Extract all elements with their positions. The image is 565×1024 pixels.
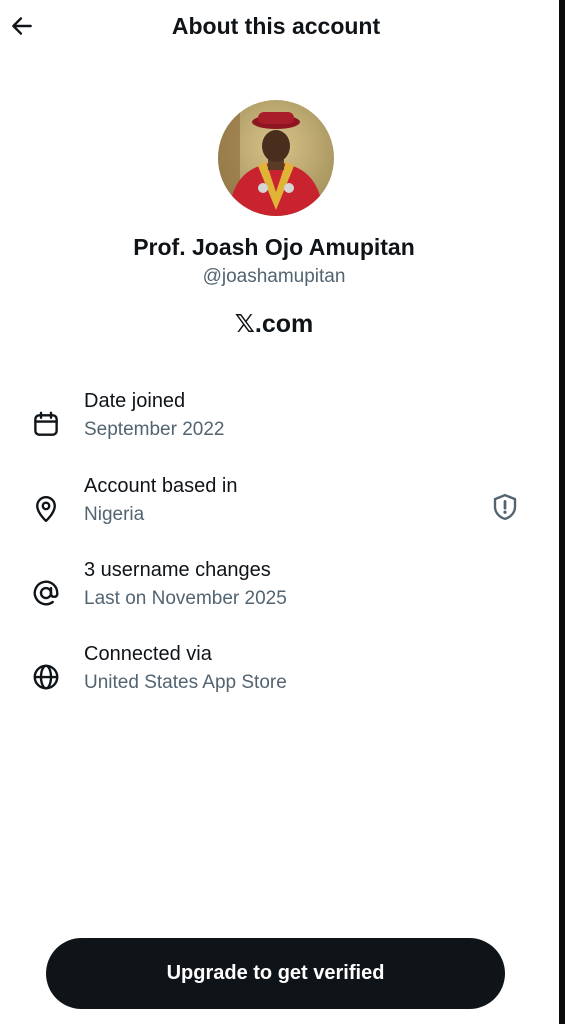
detail-label: Connected via bbox=[84, 643, 212, 665]
detail-value: United States App Store bbox=[84, 672, 287, 693]
calendar-icon bbox=[30, 408, 62, 440]
detail-value: September 2022 bbox=[84, 419, 225, 440]
detail-row-connected-via: Connected via United States App Store bbox=[0, 643, 559, 713]
header: About this account bbox=[0, 0, 559, 56]
detail-row-account-based-in: Account based in Nigeria bbox=[0, 475, 559, 545]
detail-value: Nigeria bbox=[84, 504, 145, 525]
avatar bbox=[218, 100, 334, 216]
detail-label: Account based in bbox=[84, 475, 238, 497]
site-label: 𝕏.com bbox=[234, 310, 314, 338]
detail-value: Last on November 2025 bbox=[84, 588, 287, 609]
upgrade-verified-button[interactable]: Upgrade to get verified bbox=[46, 938, 505, 1009]
detail-row-username-changes: 3 username changes Last on November 2025 bbox=[0, 559, 559, 629]
detail-row-date-joined: Date joined September 2022 bbox=[0, 390, 559, 460]
page-title: About this account bbox=[171, 13, 381, 39]
detail-label: Date joined bbox=[84, 390, 186, 412]
profile-name: Prof. Joash Ojo Amupitan bbox=[133, 234, 415, 260]
shield-alert-icon[interactable] bbox=[489, 491, 521, 523]
detail-label: 3 username changes bbox=[84, 559, 271, 581]
at-sign-icon bbox=[30, 577, 62, 609]
location-pin-icon bbox=[30, 493, 62, 525]
profile-handle: @joashamupitan bbox=[202, 266, 346, 287]
globe-icon bbox=[30, 661, 62, 693]
screen-edge bbox=[559, 0, 565, 1024]
